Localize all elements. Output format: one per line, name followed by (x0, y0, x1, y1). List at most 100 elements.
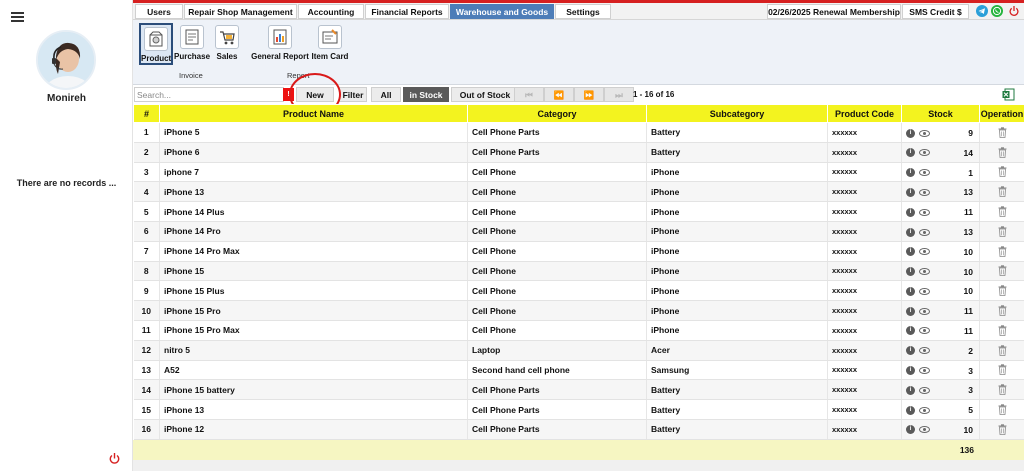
table-row[interactable]: 1 iPhone 5 Cell Phone Parts Battery xxxxxx i 9 (133, 122, 1024, 143)
info-icon[interactable]: i (906, 207, 915, 217)
column-header[interactable]: Stock (901, 104, 980, 123)
eye-icon[interactable] (919, 208, 930, 216)
purchase-button[interactable]: Purchase (174, 23, 210, 65)
info-icon[interactable]: i (906, 366, 915, 376)
table-row[interactable]: 15 iPhone 13 Cell Phone Parts Battery xxxxxx… (133, 399, 1024, 420)
first-page-button[interactable]: ⏮ (514, 87, 544, 102)
eye-icon[interactable] (919, 367, 930, 375)
all-button[interactable]: All (371, 87, 401, 102)
column-header[interactable]: Operation (979, 104, 1024, 123)
info-icon[interactable]: i (906, 385, 915, 395)
trash-icon[interactable] (998, 384, 1007, 396)
tab-users[interactable]: Users (135, 4, 183, 19)
trash-icon[interactable] (998, 404, 1007, 415)
product-button[interactable]: Product (139, 23, 173, 65)
table-row[interactable]: 9 iPhone 15 Plus Cell Phone iPhone xxxxxx i 10 (133, 280, 1024, 302)
info-icon[interactable]: i (906, 286, 915, 296)
eye-icon[interactable] (919, 268, 930, 276)
trash-icon[interactable] (998, 265, 1007, 277)
eye-icon[interactable] (919, 169, 930, 177)
eye-icon[interactable] (919, 287, 930, 295)
column-header[interactable]: Subcategory (646, 104, 828, 123)
tab-financial-reports[interactable]: Financial Reports (365, 4, 449, 19)
alert-badge[interactable]: ! (283, 88, 294, 101)
trash-icon[interactable] (998, 226, 1007, 237)
table-row[interactable]: 5 iPhone 14 Plus Cell Phone iPhone xxxxxx i 11 (133, 201, 1024, 222)
next-page-button[interactable]: ⏩ (574, 87, 604, 102)
renewal-membership-button[interactable]: 02/26/2025 Renewal Membership (767, 4, 901, 19)
power-icon[interactable] (1008, 5, 1020, 17)
avatar[interactable] (36, 30, 96, 90)
info-icon[interactable]: i (906, 405, 915, 415)
trash-icon[interactable] (998, 424, 1007, 435)
tab-repair-shop-management[interactable]: Repair Shop Management (184, 4, 297, 19)
sales-button[interactable]: Sales (213, 23, 241, 65)
tab-settings[interactable]: Settings (555, 4, 611, 19)
trash-icon[interactable] (998, 325, 1007, 336)
info-icon[interactable]: i (906, 148, 915, 158)
eye-icon[interactable] (919, 129, 930, 137)
table-row[interactable]: 7 iPhone 14 Pro Max Cell Phone iPhone xxxxxx… (133, 241, 1024, 262)
info-icon[interactable]: i (906, 425, 915, 435)
eye-icon[interactable] (919, 406, 930, 414)
table-row[interactable]: 4 iPhone 13 Cell Phone iPhone xxxxxx i 13 (133, 181, 1024, 203)
trash-icon[interactable] (998, 166, 1007, 178)
table-row[interactable]: 2 iPhone 6 Cell Phone Parts Battery xxxxxx i 1… (133, 142, 1024, 163)
trash-icon[interactable] (998, 186, 1007, 198)
new-button[interactable]: New (296, 87, 334, 102)
trash-icon[interactable] (998, 344, 1007, 356)
table-row[interactable]: 13 A52 Second hand cell phone Samsung xxxxxx… (133, 360, 1024, 381)
eye-icon[interactable] (919, 327, 930, 335)
table-row[interactable]: 10 iPhone 15 Pro Cell Phone iPhone xxxxxx i 11 (133, 300, 1024, 321)
column-header[interactable]: Product Name (159, 104, 468, 123)
info-icon[interactable]: i (906, 346, 915, 356)
eye-icon[interactable] (919, 347, 930, 355)
tab-warehouse-and-goods[interactable]: Warehouse and Goods (450, 4, 554, 19)
info-icon[interactable]: i (906, 326, 915, 336)
excel-icon[interactable] (1002, 88, 1015, 101)
column-header[interactable]: Product Code (827, 104, 902, 123)
eye-icon[interactable] (919, 386, 930, 394)
general-report-button[interactable]: General Report (251, 23, 309, 65)
trash-icon[interactable] (998, 245, 1007, 257)
power-icon[interactable] (108, 452, 121, 465)
info-icon[interactable]: i (906, 306, 915, 316)
last-page-button[interactable]: ⏭ (604, 87, 634, 102)
eye-icon[interactable] (919, 188, 930, 196)
info-icon[interactable]: i (906, 187, 915, 197)
menu-icon[interactable] (11, 12, 24, 22)
column-header[interactable]: Category (467, 104, 647, 123)
trash-icon[interactable] (998, 127, 1007, 138)
eye-icon[interactable] (919, 228, 930, 236)
info-icon[interactable]: i (906, 267, 915, 277)
table-row[interactable]: 16 iPhone 12 Cell Phone Parts Battery xxxxxx… (133, 419, 1024, 440)
eye-icon[interactable] (919, 149, 930, 157)
trash-icon[interactable] (998, 285, 1007, 297)
whatsapp-icon[interactable] (991, 5, 1003, 17)
table-row[interactable]: 14 iPhone 15 battery Cell Phone Parts Batte… (133, 379, 1024, 401)
item-card-button[interactable]: Item Card (311, 23, 349, 65)
info-icon[interactable]: i (906, 128, 915, 138)
trash-icon[interactable] (998, 146, 1007, 158)
tab-accounting[interactable]: Accounting (298, 4, 364, 19)
table-row[interactable]: 8 iPhone 15 Cell Phone iPhone xxxxxx i 10 (133, 261, 1024, 282)
eye-icon[interactable] (919, 248, 930, 256)
info-icon[interactable]: i (906, 168, 915, 178)
trash-icon[interactable] (998, 364, 1007, 376)
table-row[interactable]: 6 iPhone 14 Pro Cell Phone iPhone xxxxxx i 13 (133, 221, 1024, 242)
prev-page-button[interactable]: ⏪ (544, 87, 574, 102)
info-icon[interactable]: i (906, 247, 915, 257)
table-row[interactable]: 12 nitro 5 Laptop Acer xxxxxx i 2 (133, 340, 1024, 361)
trash-icon[interactable] (998, 206, 1007, 217)
out-of-stock-button[interactable]: Out of Stock (451, 87, 519, 102)
filter-button[interactable]: Filter (339, 87, 367, 102)
column-header[interactable]: # (133, 104, 160, 123)
in-stock-button[interactable]: in Stock (403, 87, 449, 102)
table-row[interactable]: 3 iphone 7 Cell Phone iPhone xxxxxx i 1 (133, 162, 1024, 183)
info-icon[interactable]: i (906, 227, 915, 237)
trash-icon[interactable] (998, 305, 1007, 316)
table-row[interactable]: 11 iPhone 15 Pro Max Cell Phone iPhone xxxxx… (133, 320, 1024, 341)
telegram-icon[interactable] (976, 5, 988, 17)
search-input[interactable] (134, 87, 284, 102)
eye-icon[interactable] (919, 307, 930, 315)
